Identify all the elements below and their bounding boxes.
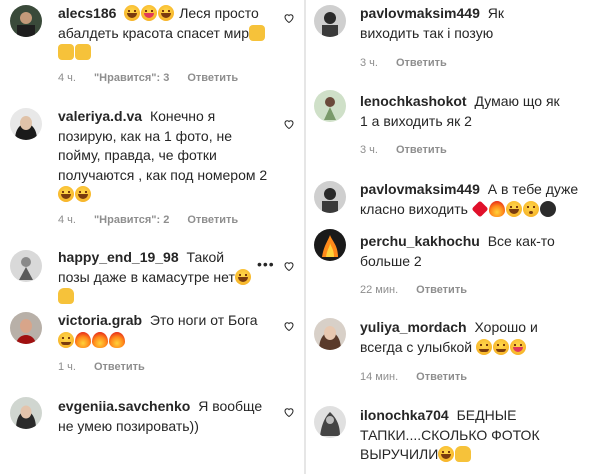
reply-button[interactable]: Ответить <box>396 57 447 69</box>
thumbs-up-emoji-icon <box>58 44 74 60</box>
comment-username[interactable]: pavlovmaksim449 <box>360 181 480 197</box>
like-heart-icon[interactable] <box>283 260 295 272</box>
comment-meta: 4 ч. "Нравится": 2 Ответить <box>58 214 256 226</box>
comment-text: pavlovmaksim449 Як виходить так і позую <box>360 4 560 43</box>
clapping-hands-emoji-icon <box>58 288 74 304</box>
reply-button[interactable]: Ответить <box>187 72 238 84</box>
avatar[interactable] <box>314 181 346 213</box>
avatar[interactable] <box>10 250 42 282</box>
comment-meta: 3 ч. Ответить <box>360 144 465 156</box>
comment-text: valeriya.d.va Конечно я позирую, как на … <box>58 107 273 205</box>
avatar[interactable] <box>314 318 346 350</box>
comment-username[interactable]: valeriya.d.va <box>58 108 142 124</box>
laughing-emoji-icon <box>438 446 455 462</box>
comment-time: 4 ч. <box>58 214 76 226</box>
laughing-emoji-icon <box>124 5 141 21</box>
comment-time: 1 ч. <box>58 361 76 373</box>
laughing-emoji-icon <box>58 186 74 202</box>
comment-username[interactable]: happy_end_19_98 <box>58 249 179 265</box>
comment-meta: 14 мин. Ответить <box>360 371 485 383</box>
grinning-emoji-icon <box>493 338 509 355</box>
reply-button[interactable]: Ответить <box>187 214 238 226</box>
like-heart-icon[interactable] <box>283 12 295 24</box>
laughing-emoji-icon <box>75 186 91 202</box>
comment-username[interactable]: ilonochka704 <box>360 407 449 423</box>
comment-username[interactable]: lenochkashokot <box>360 93 467 109</box>
comment-username[interactable]: victoria.grab <box>58 312 142 328</box>
fire-emoji-icon <box>92 331 108 348</box>
comment-text: happy_end_19_98 Такой позы даже в камасу… <box>58 248 258 307</box>
comment-meta: 1 ч. Ответить <box>58 361 163 373</box>
comment-username[interactable]: pavlovmaksim449 <box>360 5 480 21</box>
avatar[interactable] <box>314 90 346 122</box>
fire-emoji-icon <box>488 200 505 217</box>
comment-text: perchu_kakhochu Все как-то больше 2 <box>360 232 560 271</box>
tongue-emoji-icon <box>141 5 158 21</box>
comment-time: 22 мин. <box>360 284 399 296</box>
avatar[interactable] <box>10 108 42 140</box>
reply-button[interactable]: Ответить <box>416 284 467 296</box>
comment-text: lenochkashokot Думаю що як 1 а виходить … <box>360 92 560 131</box>
avatar[interactable] <box>10 312 42 344</box>
like-heart-icon[interactable] <box>283 406 295 418</box>
like-heart-icon[interactable] <box>283 320 295 332</box>
reply-button[interactable]: Ответить <box>94 361 145 373</box>
comment-time: 4 ч. <box>58 72 76 84</box>
comment-username[interactable]: evgeniia.savchenko <box>58 398 190 414</box>
avatar[interactable] <box>10 397 42 429</box>
kissing-emoji-icon <box>522 200 539 217</box>
clapping-hands-emoji-icon <box>455 446 472 462</box>
comment-text: evgeniia.savchenko Я вообще не умею пози… <box>58 397 268 436</box>
comment-time: 3 ч. <box>360 144 378 156</box>
column-divider <box>304 0 306 474</box>
fire-emoji-icon <box>109 331 125 348</box>
smiling-emoji-icon <box>476 338 492 355</box>
red-heart-emoji-icon <box>471 200 489 217</box>
comment-meta: 22 мин. Ответить <box>360 284 485 296</box>
more-options-icon[interactable]: ••• <box>257 256 275 272</box>
fire-emoji-icon <box>75 331 91 348</box>
avatar[interactable] <box>314 406 346 438</box>
reply-button[interactable]: Ответить <box>396 144 447 156</box>
comment-text: pavlovmaksim449 А в тебе дуже класно вих… <box>360 180 580 219</box>
star-struck-emoji-icon <box>505 200 522 217</box>
comment-text: alecs186 Леся просто абалдеть красота сп… <box>58 4 268 63</box>
comment-username[interactable]: alecs186 <box>58 5 116 21</box>
laughing-emoji-icon <box>234 268 251 285</box>
comment-username[interactable]: yuliya_mordach <box>360 319 467 335</box>
avatar[interactable] <box>314 5 346 37</box>
comment-text: victoria.grab Это ноги от Бога <box>58 311 278 350</box>
likes-count[interactable]: "Нравится": 3 <box>94 72 169 84</box>
comment-time: 3 ч. <box>360 57 378 69</box>
avatar[interactable] <box>10 5 42 37</box>
reply-button[interactable]: Ответить <box>416 371 467 383</box>
comment-meta: 3 ч. Ответить <box>360 57 465 69</box>
bomb-emoji-icon <box>539 200 556 217</box>
like-heart-icon[interactable] <box>283 118 295 130</box>
comment-text: yuliya_mordach Хорошо и всегда с улыбкой <box>360 318 560 357</box>
comment-meta: 4 ч. "Нравится": 3 Ответить <box>58 72 256 84</box>
laughing-emoji-icon <box>158 5 175 21</box>
avatar[interactable] <box>314 229 346 261</box>
grinning-emoji-icon <box>58 331 74 348</box>
comment-username[interactable]: perchu_kakhochu <box>360 233 480 249</box>
comment-time: 14 мин. <box>360 371 399 383</box>
tongue-emoji-icon <box>510 338 526 355</box>
comment-body: Это ноги от Бога <box>149 312 258 328</box>
thumbs-up-emoji-icon <box>75 44 91 60</box>
thumbs-up-emoji-icon <box>249 24 266 41</box>
comment-text: ilonochka704 БЕДНЫЕ ТАПКИ....СКОЛЬКО ФОТ… <box>360 406 550 465</box>
likes-count[interactable]: "Нравится": 2 <box>94 214 169 226</box>
